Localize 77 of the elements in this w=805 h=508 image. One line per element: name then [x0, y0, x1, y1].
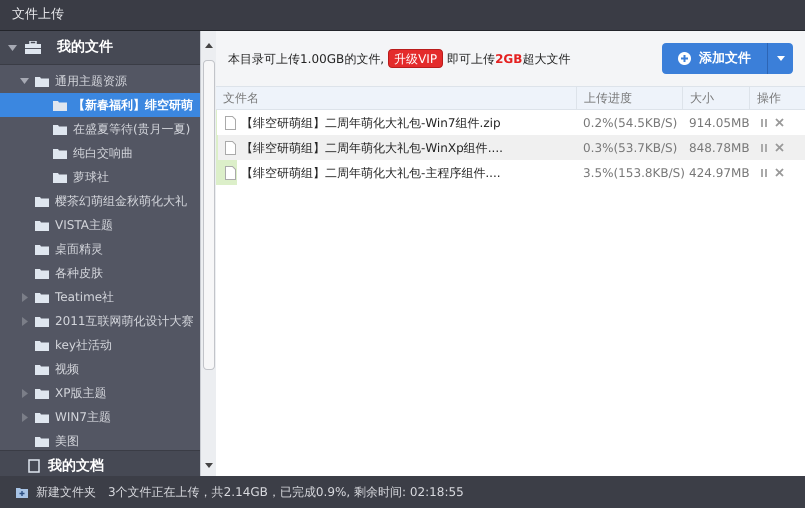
folder-icon [35, 244, 49, 254]
expand-arrow-icon[interactable] [22, 388, 28, 398]
folder-icon [35, 436, 49, 446]
file-size: 848.78MB [688, 140, 749, 156]
folder-item[interactable]: 萝球社 [0, 165, 200, 189]
upload-limit-text: 本目录可上传1.00GB的文件, [228, 50, 384, 68]
plus-icon [678, 52, 691, 65]
folder-item[interactable]: 樱茶幻萌组金秋萌化大礼 [0, 189, 200, 213]
file-name: 【绯空研萌组】二周年萌化大礼包-主程序组件.... [241, 164, 501, 182]
folder-icon [35, 220, 49, 230]
close-icon[interactable] [775, 168, 784, 177]
expand-arrow-icon[interactable] [20, 78, 29, 84]
folder-item[interactable]: 视频 [0, 357, 200, 381]
file-size: 424.97MB [688, 164, 749, 182]
folder-icon [35, 76, 49, 86]
folder-item[interactable]: 桌面精灵 [0, 237, 200, 261]
folder-item[interactable]: 美图 [0, 429, 200, 450]
folder-item[interactable]: XP版主题 [0, 381, 200, 405]
folder-item[interactable]: VISTA主题 [0, 213, 200, 237]
column-header: 操作 [749, 87, 805, 109]
file-icon [225, 140, 236, 154]
column-header: 上传进度 [576, 87, 682, 109]
sidebar-footer-label[interactable]: 我的文档 [48, 459, 104, 473]
file-name: 【绯空研萌组】二周年萌化大礼包-WinXp组件.... [241, 140, 503, 156]
sidebar-header[interactable]: 我的文件 [0, 31, 200, 65]
close-icon[interactable] [775, 118, 784, 127]
folder-item[interactable]: 通用主题资源 [0, 69, 200, 93]
new-folder-button[interactable]: 新建文件夹 [16, 483, 96, 501]
file-icon [225, 166, 236, 180]
scroll-up-icon[interactable] [204, 43, 212, 48]
folder-item[interactable]: 【新春福利】绯空研萌 [0, 93, 200, 117]
folder-icon [35, 316, 49, 326]
document-icon [28, 459, 40, 473]
file-size: 914.05MB [688, 114, 749, 132]
folder-item[interactable]: key社活动 [0, 333, 200, 357]
pause-icon[interactable] [761, 168, 767, 176]
pause-icon[interactable] [761, 144, 767, 152]
pause-icon[interactable] [761, 118, 767, 126]
upgrade-hint-text: 即可上传2GB超大文件 [447, 50, 570, 68]
expand-arrow-icon[interactable] [22, 412, 28, 422]
folder-icon [53, 172, 67, 182]
upgrade-vip-button[interactable]: 升级VIP [388, 49, 444, 68]
column-header: 大小 [682, 87, 749, 109]
folder-icon [53, 148, 67, 158]
folder-icon [35, 196, 49, 206]
add-folder-icon [16, 486, 28, 498]
folder-icon [35, 292, 49, 302]
folder-icon [53, 100, 67, 110]
scrollbar[interactable] [200, 31, 216, 476]
folder-item[interactable]: WIN7主题 [0, 405, 200, 429]
expand-arrow-icon[interactable] [22, 316, 28, 326]
briefcase-icon [25, 41, 41, 54]
folder-item[interactable]: 纯白交响曲 [0, 141, 200, 165]
scroll-down-icon[interactable] [204, 463, 212, 468]
close-icon[interactable] [775, 143, 784, 152]
folder-icon [35, 268, 49, 278]
caret-icon[interactable] [776, 56, 784, 61]
folder-icon [35, 340, 49, 350]
folder-item[interactable]: 各种皮肤 [0, 261, 200, 285]
upload-summary: 3个文件正在上传，共2.14GB，已完成0.9%, 剩余时间: 02:18:55 [108, 484, 464, 501]
folder-item[interactable]: 2011互联网萌化设计大赛 [0, 309, 200, 333]
folder-icon [53, 124, 67, 134]
folder-icon [35, 412, 49, 422]
expand-arrow-icon[interactable] [8, 44, 17, 50]
folder-icon [35, 364, 49, 374]
column-header: 文件名 [222, 90, 260, 107]
upload-row[interactable]: 【绯空研萌组】二周年萌化大礼包-WinXp组件.... 0.3%(53.7KB/S) 848.78MB [216, 135, 805, 160]
folder-item[interactable]: 在盛夏等待(贵月一夏) [0, 117, 200, 141]
folder-item[interactable]: Teatime社 [0, 285, 200, 309]
upload-progress: 0.2%(54.5KB/S) [582, 114, 678, 132]
file-name: 【绯空研萌组】二周年萌化大礼包-Win7组件.zip [241, 114, 501, 132]
expand-arrow-icon[interactable] [22, 292, 28, 302]
add-file-button[interactable]: 添加文件 [662, 43, 793, 74]
upload-progress: 0.3%(53.7KB/S) [582, 140, 678, 156]
upload-progress: 3.5%(153.8KB/S) [582, 164, 682, 182]
folder-icon [35, 388, 49, 398]
file-icon [225, 116, 236, 130]
